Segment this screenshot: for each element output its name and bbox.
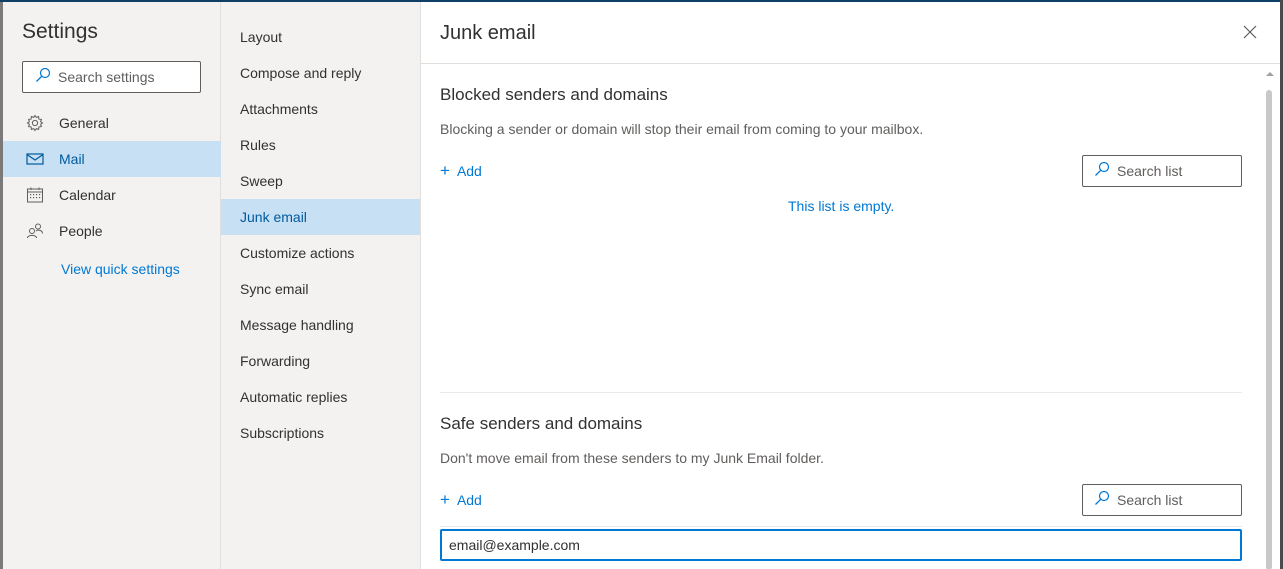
- blocked-add-button[interactable]: + Add: [440, 161, 482, 181]
- safe-sender-email-input[interactable]: [440, 529, 1242, 561]
- subnav-item-rules[interactable]: Rules: [221, 127, 420, 163]
- close-icon: [1243, 25, 1257, 39]
- safe-add-button[interactable]: + Add: [440, 490, 482, 510]
- search-settings-input[interactable]: Search settings: [22, 61, 201, 93]
- nav-item-mail[interactable]: Mail: [3, 141, 221, 177]
- subnav-item-automatic-replies[interactable]: Automatic replies: [221, 379, 420, 415]
- nav-item-label: General: [59, 115, 109, 131]
- blocked-search-list-input[interactable]: Search list: [1082, 155, 1242, 187]
- subnav-item-layout[interactable]: Layout: [221, 19, 420, 55]
- subnav-item-sync-email[interactable]: Sync email: [221, 271, 420, 307]
- search-list-placeholder: Search list: [1117, 163, 1183, 179]
- plus-icon: +: [440, 161, 450, 180]
- search-settings-placeholder: Search settings: [58, 69, 155, 85]
- blocked-section-description: Blocking a sender or domain will stop th…: [440, 121, 924, 137]
- section-divider: [440, 392, 1242, 393]
- settings-primary-nav: Settings Search settings General Mail Ca…: [3, 2, 221, 569]
- mail-settings-nav: Layout Compose and reply Attachments Rul…: [221, 2, 421, 569]
- nav-item-label: Mail: [59, 151, 85, 167]
- blocked-section-title: Blocked senders and domains: [440, 85, 668, 104]
- search-icon: [35, 67, 51, 88]
- subnav-item-sweep[interactable]: Sweep: [221, 163, 420, 199]
- people-icon: [25, 221, 45, 241]
- search-icon: [1094, 490, 1110, 511]
- subnav-item-junk-email[interactable]: Junk email: [221, 199, 420, 235]
- safe-search-list-input[interactable]: Search list: [1082, 484, 1242, 516]
- nav-item-people[interactable]: People: [3, 213, 221, 249]
- header-divider: [421, 63, 1280, 64]
- mail-icon: [25, 149, 45, 169]
- scroll-up-arrow-icon[interactable]: [1266, 72, 1274, 76]
- subnav-item-forwarding[interactable]: Forwarding: [221, 343, 420, 379]
- blocked-empty-message: This list is empty.: [788, 198, 895, 214]
- nav-item-calendar[interactable]: Calendar: [3, 177, 221, 213]
- add-label: Add: [456, 492, 482, 508]
- close-button[interactable]: [1242, 24, 1258, 40]
- subnav-item-message-handling[interactable]: Message handling: [221, 307, 420, 343]
- calendar-icon: [25, 185, 45, 205]
- subnav-item-attachments[interactable]: Attachments: [221, 91, 420, 127]
- view-quick-settings-link[interactable]: View quick settings: [61, 261, 180, 277]
- nav-item-general[interactable]: General: [3, 105, 221, 141]
- subnav-item-subscriptions[interactable]: Subscriptions: [221, 415, 420, 451]
- add-label: Add: [456, 163, 482, 179]
- scroll-thumb[interactable]: [1266, 90, 1272, 569]
- scrollbar[interactable]: [1263, 66, 1275, 569]
- subnav-item-compose-and-reply[interactable]: Compose and reply: [221, 55, 420, 91]
- junk-email-pane: Junk email Blocked senders and domains B…: [421, 2, 1280, 569]
- settings-dialog: Settings Search settings General Mail Ca…: [3, 2, 1280, 569]
- search-list-placeholder: Search list: [1117, 492, 1183, 508]
- safe-section-title: Safe senders and domains: [440, 414, 643, 433]
- input-divider: [440, 526, 1242, 527]
- nav-item-label: People: [59, 223, 103, 239]
- settings-title: Settings: [22, 20, 98, 43]
- search-icon: [1094, 161, 1110, 182]
- page-title: Junk email: [440, 22, 536, 44]
- plus-icon: +: [440, 490, 450, 509]
- safe-section-description: Don't move email from these senders to m…: [440, 450, 824, 466]
- subnav-item-customize-actions[interactable]: Customize actions: [221, 235, 420, 271]
- nav-item-label: Calendar: [59, 187, 116, 203]
- gear-icon: [25, 113, 45, 133]
